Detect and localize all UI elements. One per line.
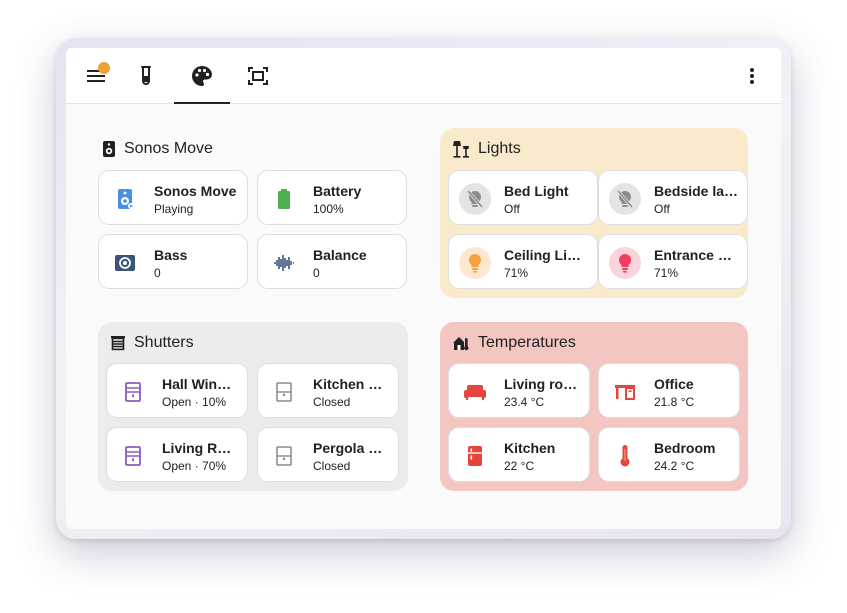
tile-name: Bass [154, 247, 188, 263]
section-title: Shutters [134, 334, 194, 351]
tile-state: Open · 10% [162, 395, 227, 409]
section-header: Temperatures [452, 332, 576, 354]
section-title: Temperatures [478, 334, 576, 351]
tile-name: Kitchen [504, 440, 556, 456]
tile-name: Ceiling Lights [504, 247, 589, 263]
section-temperatures: Temperatures Living room 23.4 °C Office … [440, 322, 748, 491]
speaker-icon [109, 183, 141, 215]
active-tab-indicator [174, 102, 230, 104]
tile-bed-light[interactable]: Bed Light Off [448, 170, 598, 225]
tile-state: Open · 70% [162, 459, 227, 473]
tile-name: Office [654, 376, 694, 392]
tile-state: Playing [154, 202, 194, 216]
bass-speaker-icon [109, 247, 141, 279]
more-options-button[interactable] [738, 48, 766, 104]
tile-name: Hall Window [162, 376, 239, 392]
tile-name: Living Room Window [162, 440, 239, 456]
tile-state: 22 °C [504, 459, 535, 473]
dashboard-screen: Sonos Move Sonos Move Playing Battery 10… [66, 48, 781, 529]
tab-theme[interactable] [174, 48, 230, 104]
window-shutter-closed-icon [268, 376, 300, 408]
tab-screenshot[interactable] [230, 48, 286, 104]
tile-name: Bed Light [504, 183, 569, 199]
section-lights: Lights Bed Light Off Bedside lamp Off Ce… [440, 128, 748, 298]
window-shutter-open-icon [117, 440, 149, 472]
tile-name: Pergola Roof [313, 440, 390, 456]
tile-name: Living room [504, 376, 581, 392]
tile-bass[interactable]: Bass 0 [98, 234, 248, 289]
tile-state: 21.8 °C [654, 395, 695, 409]
tile-state: 24.2 °C [654, 459, 695, 473]
tile-kitchen-window[interactable]: Kitchen Window Closed [257, 363, 399, 418]
section-title: Lights [478, 140, 521, 157]
menu-button[interactable] [80, 48, 112, 104]
toolbar [66, 48, 781, 104]
battery-icon [268, 183, 300, 215]
window-shutter-closed-icon [268, 440, 300, 472]
bulb-on-icon [609, 247, 641, 279]
tile-name: Battery [313, 183, 362, 199]
tile-living-room-temperature[interactable]: Living room 23.4 °C [448, 363, 590, 418]
tile-state: 23.4 °C [504, 395, 545, 409]
tile-office-temperature[interactable]: Office 21.8 °C [598, 363, 740, 418]
section-header: Lights [452, 138, 521, 160]
section-sonos-move: Sonos Move Sonos Move Playing Battery 10… [90, 128, 410, 298]
speaker-icon [103, 141, 115, 157]
tile-state: Off [654, 202, 670, 216]
notification-badge [98, 62, 110, 74]
bulb-off-icon [459, 183, 491, 215]
tile-living-room-window[interactable]: Living Room Window Open · 70% [106, 427, 248, 482]
section-title: Sonos Move [124, 140, 213, 157]
tile-state: 71% [654, 266, 679, 280]
tile-entrance-lights[interactable]: Entrance Color + White Lights 71% [598, 234, 748, 289]
tile-state: Closed [313, 459, 351, 473]
window-shutter-open-icon [117, 376, 149, 408]
tab-developer-tools[interactable] [118, 48, 174, 104]
tile-state: 71% [504, 266, 529, 280]
tile-state: Closed [313, 395, 351, 409]
tile-bedside-lamp[interactable]: Bedside lamp Off [598, 170, 748, 225]
tile-ceiling-lights[interactable]: Ceiling Lights 71% [448, 234, 598, 289]
tile-state: 0 [313, 266, 320, 280]
waveform-icon [268, 247, 300, 279]
desk-icon [609, 376, 641, 408]
palette-icon [192, 66, 212, 86]
tile-state: Off [504, 202, 520, 216]
tile-balance[interactable]: Balance 0 [257, 234, 407, 289]
dots-vertical-icon [750, 68, 754, 84]
tile-sonos-move[interactable]: Sonos Move Playing [98, 170, 248, 225]
section-header: Shutters [110, 332, 194, 354]
tile-name: Kitchen Window [313, 376, 390, 392]
tile-name: Bedroom [654, 440, 716, 456]
home-thermometer-icon [453, 337, 469, 351]
tile-name: Balance [313, 247, 367, 263]
section-header: Sonos Move [102, 138, 213, 160]
tile-pergola-roof[interactable]: Pergola Roof Closed [257, 427, 399, 482]
tile-kitchen-temperature[interactable]: Kitchen 22 °C [448, 427, 590, 482]
tile-name: Sonos Move [154, 183, 237, 199]
window-shutter-icon [111, 336, 125, 351]
tile-battery[interactable]: Battery 100% [257, 170, 407, 225]
thermometer-icon [609, 440, 641, 472]
floor-lamp-icon [453, 141, 469, 158]
tile-bedroom-temperature[interactable]: Bedroom 24.2 °C [598, 427, 740, 482]
tile-state: 0 [154, 266, 161, 280]
bulb-off-icon [609, 183, 641, 215]
tile-state: 100% [313, 202, 344, 216]
fullscreen-icon [248, 67, 268, 85]
fridge-icon [459, 440, 491, 472]
tile-name: Entrance Color + White Lights [654, 247, 739, 263]
sofa-icon [459, 376, 491, 408]
test-tube-icon [141, 66, 151, 85]
tile-hall-window[interactable]: Hall Window Open · 10% [106, 363, 248, 418]
section-shutters: Shutters Hall Window Open · 10% Kitchen … [98, 322, 408, 491]
bulb-on-icon [459, 247, 491, 279]
tile-name: Bedside lamp [654, 183, 739, 199]
